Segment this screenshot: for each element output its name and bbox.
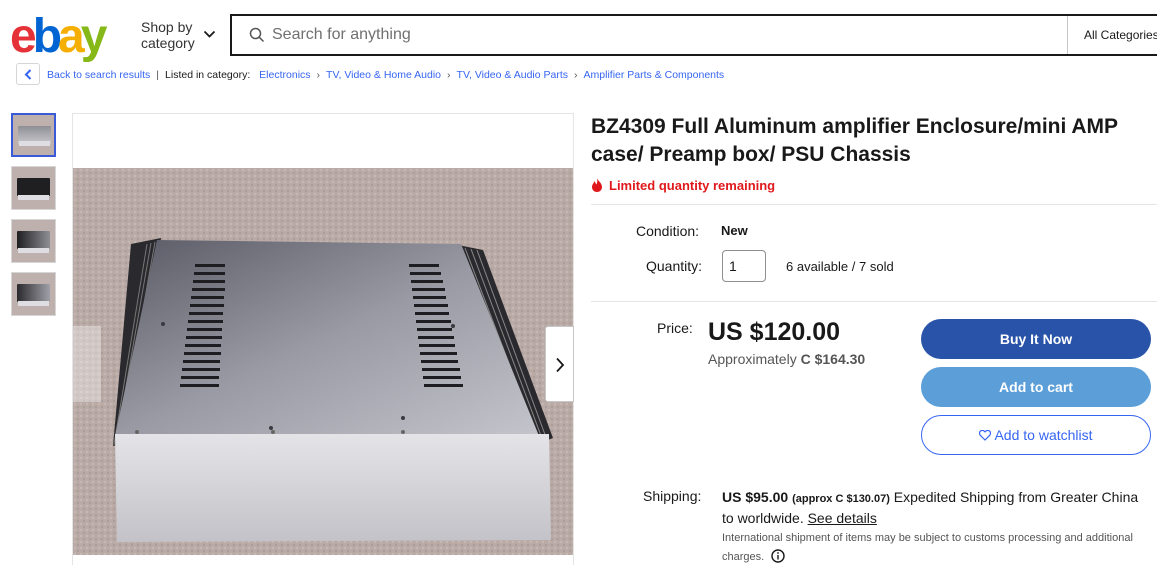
approx-price: Approximately C $164.30 <box>708 351 865 367</box>
thumbnail-1[interactable] <box>11 113 56 157</box>
listed-in-label: Listed in category: <box>165 69 251 81</box>
breadcrumb-item-tv-video-audio-parts[interactable]: TV, Video & Audio Parts <box>457 69 569 81</box>
quantity-label: Quantity: <box>646 258 703 274</box>
thumbnail-2[interactable] <box>11 166 56 210</box>
breadcrumb-item-electronics[interactable]: Electronics <box>259 69 310 81</box>
condition-value: New <box>721 223 748 238</box>
divider <box>591 301 1157 302</box>
back-to-search-link[interactable]: Back to search results <box>47 69 150 81</box>
heart-icon <box>979 429 992 441</box>
flame-icon <box>592 178 602 192</box>
breadcrumb-item-amplifier-parts[interactable]: Amplifier Parts & Components <box>584 69 725 81</box>
quantity-input[interactable] <box>722 250 766 282</box>
shop-by-line2: category <box>141 35 195 51</box>
chevron-down-icon <box>203 30 216 38</box>
urgency-signal: Limited quantity remaining <box>591 178 775 193</box>
breadcrumb: Back to search results | Listed in categor… <box>47 69 724 81</box>
price-label: Price: <box>657 320 693 336</box>
product-photo[interactable] <box>73 168 573 555</box>
availability-text: 6 available / 7 sold <box>786 259 894 274</box>
buy-it-now-button[interactable]: Buy It Now <box>921 319 1151 359</box>
search-bar: All Categories <box>230 14 1157 56</box>
back-button[interactable] <box>16 63 40 85</box>
shipping-amount: US $95.00 <box>722 489 789 505</box>
breadcrumb-pipe: | <box>156 69 160 81</box>
chevron-left-icon <box>24 69 32 80</box>
condition-label: Condition: <box>636 223 700 239</box>
add-to-cart-button[interactable]: Add to cart <box>921 367 1151 407</box>
logo-letter-b: b <box>33 10 61 62</box>
previous-image-button[interactable] <box>73 326 101 402</box>
info-icon[interactable] <box>771 549 785 563</box>
approx-prefix: Approximately <box>708 351 797 367</box>
search-divider <box>1067 16 1068 54</box>
watchlist-label: Add to watchlist <box>994 427 1093 443</box>
category-select[interactable]: All Categories <box>1084 28 1157 42</box>
logo-letter-y: y <box>81 10 108 62</box>
see-details-link[interactable]: See details <box>808 510 877 526</box>
add-to-watchlist-button[interactable]: Add to watchlist <box>921 415 1151 455</box>
urgency-text: Limited quantity remaining <box>609 178 776 193</box>
thumbnail-3[interactable] <box>11 219 56 263</box>
shipping-details: US $95.00 (approx C $130.07) Expedited S… <box>722 488 1152 528</box>
svg-text:ebay: ebay <box>10 10 108 62</box>
shop-by-category-button[interactable]: Shop by category <box>141 19 195 51</box>
breadcrumb-item-tv-video-home-audio[interactable]: TV, Video & Home Audio <box>326 69 441 81</box>
breadcrumb-separator: › <box>447 69 451 81</box>
international-note: International shipment of items may be s… <box>722 529 1152 565</box>
listing-title: BZ4309 Full Aluminum amplifier Enclosure… <box>591 115 1118 166</box>
approx-value: C $164.30 <box>800 351 866 367</box>
search-input[interactable] <box>272 21 1052 49</box>
price-value: US $120.00 <box>708 318 841 346</box>
thumbnail-4[interactable] <box>11 272 56 316</box>
chevron-right-icon <box>556 357 565 373</box>
breadcrumb-separator: › <box>316 69 321 81</box>
divider <box>591 204 1157 205</box>
shipping-approx: (approx C $130.07) <box>792 493 890 505</box>
breadcrumb-separator: › <box>574 69 578 81</box>
shipping-label: Shipping: <box>643 488 702 504</box>
ebay-logo[interactable]: ebay <box>10 10 130 62</box>
search-icon <box>249 27 265 43</box>
next-image-button[interactable] <box>545 326 574 402</box>
shop-by-line1: Shop by <box>141 19 193 35</box>
